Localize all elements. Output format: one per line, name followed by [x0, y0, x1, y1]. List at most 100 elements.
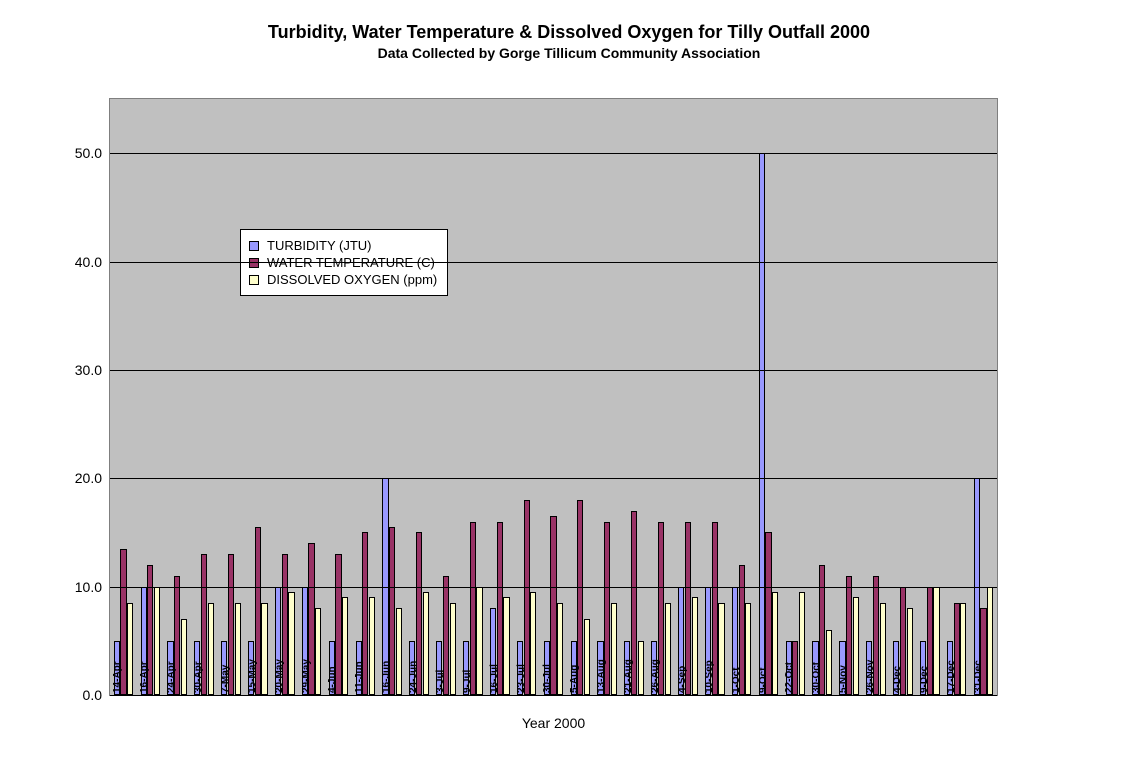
bar-group: 30-Apr [191, 99, 218, 695]
bar-group: 9-Oct [755, 99, 782, 695]
bar [584, 619, 590, 695]
y-tick-label: 40.0 [75, 254, 102, 270]
bar [208, 603, 214, 695]
category-label: 10-Sep [704, 613, 715, 693]
category-label: 26-Nov [865, 613, 876, 693]
category-label: 20-May [274, 613, 285, 693]
category-label: 30-Apr [193, 613, 204, 693]
y-tick-label: 10.0 [75, 579, 102, 595]
gridline [110, 370, 997, 371]
bar [799, 592, 805, 695]
bar-group: 30-Jul [540, 99, 567, 695]
legend-swatch-icon [249, 275, 259, 285]
bar [718, 603, 724, 695]
category-label: 22-Oct [784, 613, 795, 693]
bar-group: 4-Sep [674, 99, 701, 695]
bar-group: 5-Aug [567, 99, 594, 695]
category-label: 14-Apr [112, 613, 123, 693]
legend-item: DISSOLVED OXYGEN (ppm) [249, 272, 437, 287]
bar-group: 23-Jul [513, 99, 540, 695]
bar-group: 26-Nov [863, 99, 890, 695]
chart-title: Turbidity, Water Temperature & Dissolved… [0, 22, 1138, 43]
bar [907, 608, 913, 695]
bar-group: 21-Aug [621, 99, 648, 695]
bar [826, 630, 832, 695]
category-label: 15-May [247, 613, 258, 693]
bar [611, 603, 617, 695]
legend-swatch-icon [249, 241, 259, 251]
bar-group: 7-May [218, 99, 245, 695]
bar [557, 603, 563, 695]
bar [960, 603, 966, 695]
bar [665, 603, 671, 695]
bar [423, 592, 429, 695]
bar [261, 603, 267, 695]
category-label: 30-Oct [811, 613, 822, 693]
category-label: 5-Aug [569, 613, 580, 693]
bar [638, 641, 644, 695]
bar [181, 619, 187, 695]
legend-item: TURBIDITY (JTU) [249, 238, 437, 253]
category-label: 5-Nov [838, 613, 849, 693]
bar-group: 13-Aug [594, 99, 621, 695]
category-label: 9-Jul [462, 613, 473, 693]
bar-group: 11-Jun [352, 99, 379, 695]
bar-group: 30-Oct [809, 99, 836, 695]
category-label: 29-May [301, 613, 312, 693]
bar-group: 16-Jul [486, 99, 513, 695]
gridline [110, 587, 997, 588]
y-tick-label: 0.0 [83, 687, 102, 703]
category-label: 1-Oct [731, 613, 742, 693]
y-tick-label: 20.0 [75, 470, 102, 486]
category-label: 21-Aug [623, 613, 634, 693]
category-label: 9-Oct [758, 613, 769, 693]
plot-area: 14-Apr 16-Apr 24-Apr30-Apr 7-May 15-May 20-Ma… [109, 98, 998, 696]
category-label: 16-Apr [139, 613, 150, 693]
bar [450, 603, 456, 695]
category-label: 16-Jun [381, 613, 392, 693]
bar [396, 608, 402, 695]
bar-group: 14-Apr [110, 99, 137, 695]
bar [235, 603, 241, 695]
bar-group: 17-Dec [943, 99, 970, 695]
bar-group: 4-Dec [889, 99, 916, 695]
category-label: 9-Dec [919, 613, 930, 693]
bar-group: 10-Sep [701, 99, 728, 695]
category-label: 7-May [220, 613, 231, 693]
category-label: 4-Sep [677, 613, 688, 693]
bar-group: 26-Aug [648, 99, 675, 695]
bar-group: 5-Nov [836, 99, 863, 695]
gridline [110, 478, 997, 479]
x-axis-title: Year 2000 [110, 715, 997, 731]
bar-group: 3-Jul [433, 99, 460, 695]
bar-group: 1-Oct [728, 99, 755, 695]
chart-subtitle: Data Collected by Gorge Tillicum Communi… [0, 45, 1138, 61]
category-label: 11-Jun [354, 613, 365, 693]
bar-group: 16-Apr [137, 99, 164, 695]
category-label: 4-Dec [892, 613, 903, 693]
chart-page: Turbidity, Water Temperature & Dissolved… [0, 0, 1138, 777]
category-label: 17-Dec [946, 613, 957, 693]
category-label: 16-Jul [489, 613, 500, 693]
bar [369, 597, 375, 695]
bar-group: 16-Jun [379, 99, 406, 695]
bar [933, 587, 939, 695]
bar [315, 608, 321, 695]
bar [853, 597, 859, 695]
bars-layer: 14-Apr 16-Apr 24-Apr30-Apr 7-May 15-May 20-Ma… [110, 99, 997, 695]
bar-group: 24-Jun [406, 99, 433, 695]
y-tick-label: 50.0 [75, 145, 102, 161]
bar [987, 587, 993, 695]
bar-group: 29-May [298, 99, 325, 695]
bar [880, 603, 886, 695]
category-label: 4-Jun [327, 613, 338, 693]
bar-group: 24-Apr [164, 99, 191, 695]
bar-group: 9-Dec [916, 99, 943, 695]
bar [154, 587, 160, 695]
title-block: Turbidity, Water Temperature & Dissolved… [0, 22, 1138, 61]
bar [772, 592, 778, 695]
bar [476, 587, 482, 695]
bar [745, 603, 751, 695]
bar [127, 603, 133, 695]
legend-label: TURBIDITY (JTU) [267, 238, 371, 253]
